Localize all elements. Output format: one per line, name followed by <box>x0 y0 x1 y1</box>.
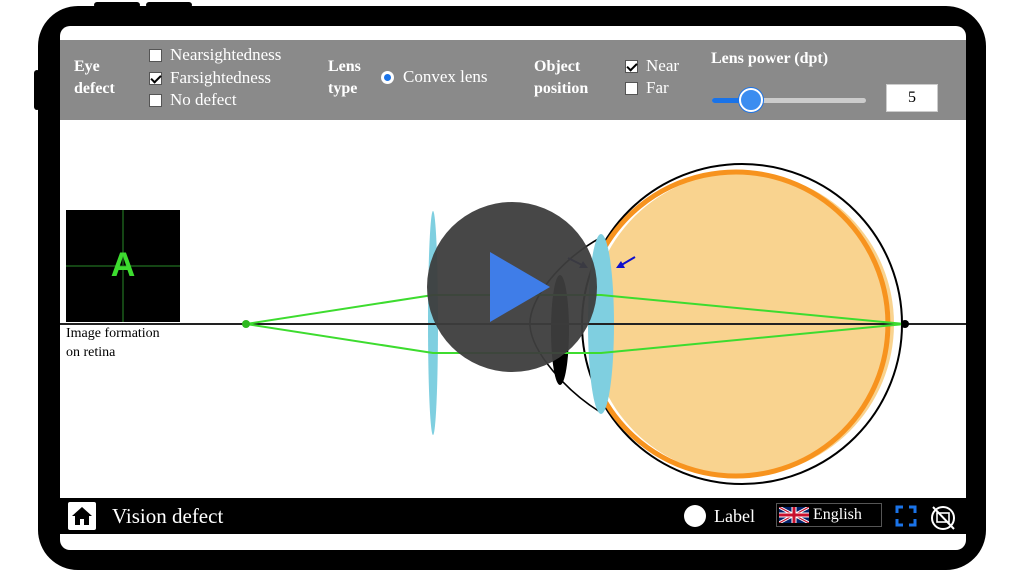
hide-video-icon <box>931 506 955 530</box>
option-convex-lens[interactable]: Convex lens <box>381 66 488 88</box>
eye-defect-label: Eye defect <box>74 58 115 97</box>
simulation-area: A Image formation on retina <box>60 120 966 506</box>
fullscreen-icon <box>895 505 917 527</box>
option-no-defect[interactable]: No defect <box>149 89 237 111</box>
retina-caption: Image formation on retina <box>66 326 160 360</box>
no-defect-checkbox[interactable] <box>149 93 162 107</box>
nearsightedness-label: Nearsightedness <box>170 45 282 64</box>
farsightedness-label: Farsightedness <box>170 68 272 87</box>
lens-power-slider[interactable] <box>712 88 866 112</box>
object-position-label: Object position <box>534 58 589 97</box>
retina-letter: A <box>111 246 136 284</box>
lens-power-label: Lens power (dpt) <box>711 50 829 67</box>
lens-power-value[interactable]: 5 <box>886 84 938 112</box>
play-button[interactable] <box>427 202 597 372</box>
option-farsightedness[interactable]: Farsightedness <box>149 67 271 89</box>
farsightedness-checkbox[interactable] <box>149 71 162 85</box>
convex-lens-label: Convex lens <box>403 67 488 86</box>
app-screen: Eye defect Nearsightedness Farsightednes… <box>60 26 966 550</box>
home-button[interactable] <box>68 502 96 530</box>
bottom-bar: Vision defect Label English <box>60 498 966 534</box>
option-nearsightedness[interactable]: Nearsightedness <box>149 44 281 66</box>
focus-point <box>901 320 909 328</box>
far-checkbox[interactable] <box>625 81 638 95</box>
no-defect-label: No defect <box>170 90 237 109</box>
lens-type-label: Lens type <box>328 58 361 97</box>
language-selector[interactable]: English <box>776 503 882 527</box>
convex-lens-radio[interactable] <box>381 70 394 84</box>
eye-diagram <box>60 163 966 485</box>
object-point <box>242 320 250 328</box>
nearsightedness-checkbox[interactable] <box>149 48 162 62</box>
control-toolbar: Eye defect Nearsightedness Farsightednes… <box>60 40 966 120</box>
app-title: Vision defect <box>112 504 224 528</box>
language-label: English <box>813 506 862 523</box>
option-near[interactable]: Near <box>625 55 679 77</box>
option-far[interactable]: Far <box>625 77 669 99</box>
fullscreen-button[interactable] <box>894 504 918 528</box>
far-label: Far <box>646 78 669 97</box>
label-toggle[interactable] <box>684 505 706 527</box>
lens-power-slider-thumb[interactable] <box>739 88 763 112</box>
hide-video-button[interactable] <box>928 504 958 530</box>
label-toggle-text: Label <box>714 506 755 526</box>
retina-image-view: A <box>66 210 180 322</box>
uk-flag-icon <box>779 507 809 523</box>
near-label: Near <box>646 56 680 75</box>
near-checkbox[interactable] <box>625 59 638 73</box>
home-icon <box>72 507 92 525</box>
